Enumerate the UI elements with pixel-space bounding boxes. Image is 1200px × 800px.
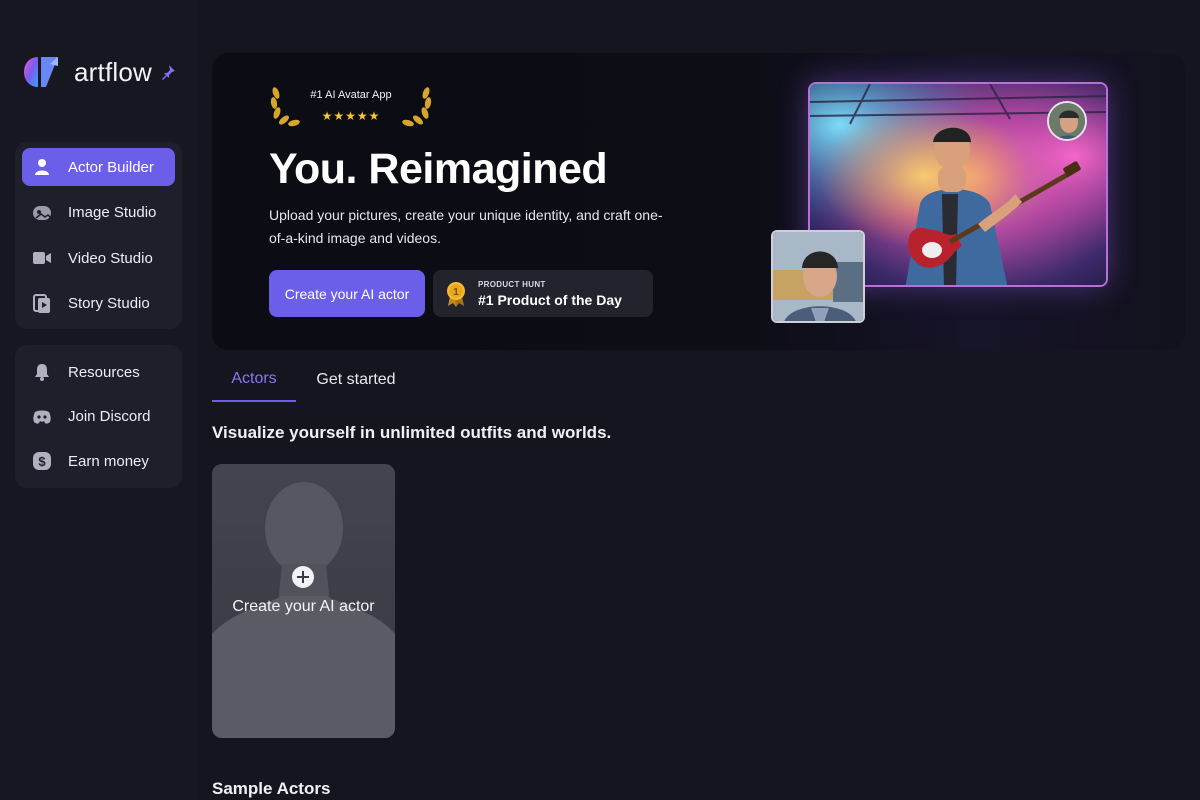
sidebar-item-label: Earn money	[68, 452, 149, 470]
section-heading: Visualize yourself in unlimited outfits …	[212, 423, 612, 442]
sidebar-item-image-studio[interactable]: Image Studio	[22, 194, 175, 232]
discord-icon	[32, 407, 52, 427]
story-icon	[32, 293, 52, 314]
brand[interactable]: artflow	[22, 52, 176, 92]
sidebar-item-label: Resources	[68, 363, 140, 381]
create-actor-label: Create your AI actor	[232, 598, 375, 615]
sidebar-item-label: Join Discord	[68, 408, 151, 425]
medal-icon: 1	[446, 281, 466, 307]
sidebar-item-earn-money[interactable]: $ Earn money	[22, 442, 175, 480]
brand-name: artflow	[74, 56, 152, 87]
sidebar-item-label: Actor Builder	[68, 158, 154, 176]
video-camera-icon	[32, 248, 52, 268]
product-hunt-text: PRODUCT HUNT #1 Product of the Day	[478, 280, 622, 308]
app-root: artflow Actor Builder Image Studio Video…	[0, 0, 1200, 800]
artflow-logo	[22, 54, 62, 90]
hero-portrait-image	[771, 230, 865, 323]
sample-actors-heading: Sample Actors	[212, 779, 331, 798]
tab-get-started[interactable]: Get started	[296, 358, 416, 402]
create-ai-actor-button[interactable]: Create your AI actor	[269, 270, 425, 317]
dollar-icon: $	[32, 451, 52, 471]
bell-icon	[32, 362, 52, 382]
pin-icon[interactable]	[160, 64, 176, 80]
create-actor-card[interactable]: Create your AI actor	[212, 464, 395, 738]
sidebar-item-story-studio[interactable]: Story Studio	[22, 285, 175, 323]
product-hunt-badge[interactable]: 1 PRODUCT HUNT #1 Product of the Day	[433, 270, 653, 317]
avatar-small	[1047, 101, 1087, 141]
hero-title: You. Reimagined	[269, 145, 608, 193]
sidebar-item-actor-builder[interactable]: Actor Builder	[22, 148, 175, 186]
hero-banner: #1 AI Avatar App ★★★★★ You. Reimagined U…	[212, 53, 1185, 350]
sidebar-item-resources[interactable]: Resources	[22, 353, 175, 391]
sidebar-item-label: Story Studio	[68, 295, 150, 312]
product-hunt-label: PRODUCT HUNT	[478, 279, 546, 289]
secondary-nav: Resources Join Discord $ Earn money	[15, 345, 182, 488]
star-rating: ★★★★★	[321, 109, 381, 123]
person-icon	[32, 157, 52, 177]
sidebar-item-label: Image Studio	[68, 204, 157, 221]
sidebar-item-join-discord[interactable]: Join Discord	[22, 398, 175, 436]
tab-actors[interactable]: Actors	[212, 358, 296, 402]
image-studio-icon	[32, 203, 52, 223]
award-badge: #1 AI Avatar App ★★★★★	[268, 79, 434, 129]
sidebar-item-video-studio[interactable]: Video Studio	[22, 239, 175, 277]
plus-icon	[291, 565, 315, 589]
primary-nav: Actor Builder Image Studio Video Studio …	[15, 142, 182, 329]
medal-number: 1	[453, 287, 459, 298]
product-of-the-day: #1 Product of the Day	[478, 291, 622, 308]
hero-description: Upload your pictures, create your unique…	[269, 207, 663, 246]
tab-bar: Actors Get started	[212, 358, 416, 402]
svg-text:$: $	[38, 454, 46, 469]
sidebar-item-label: Video Studio	[68, 249, 153, 267]
sidebar: artflow Actor Builder Image Studio Video…	[0, 0, 198, 800]
award-title: #1 AI Avatar App	[310, 89, 392, 101]
